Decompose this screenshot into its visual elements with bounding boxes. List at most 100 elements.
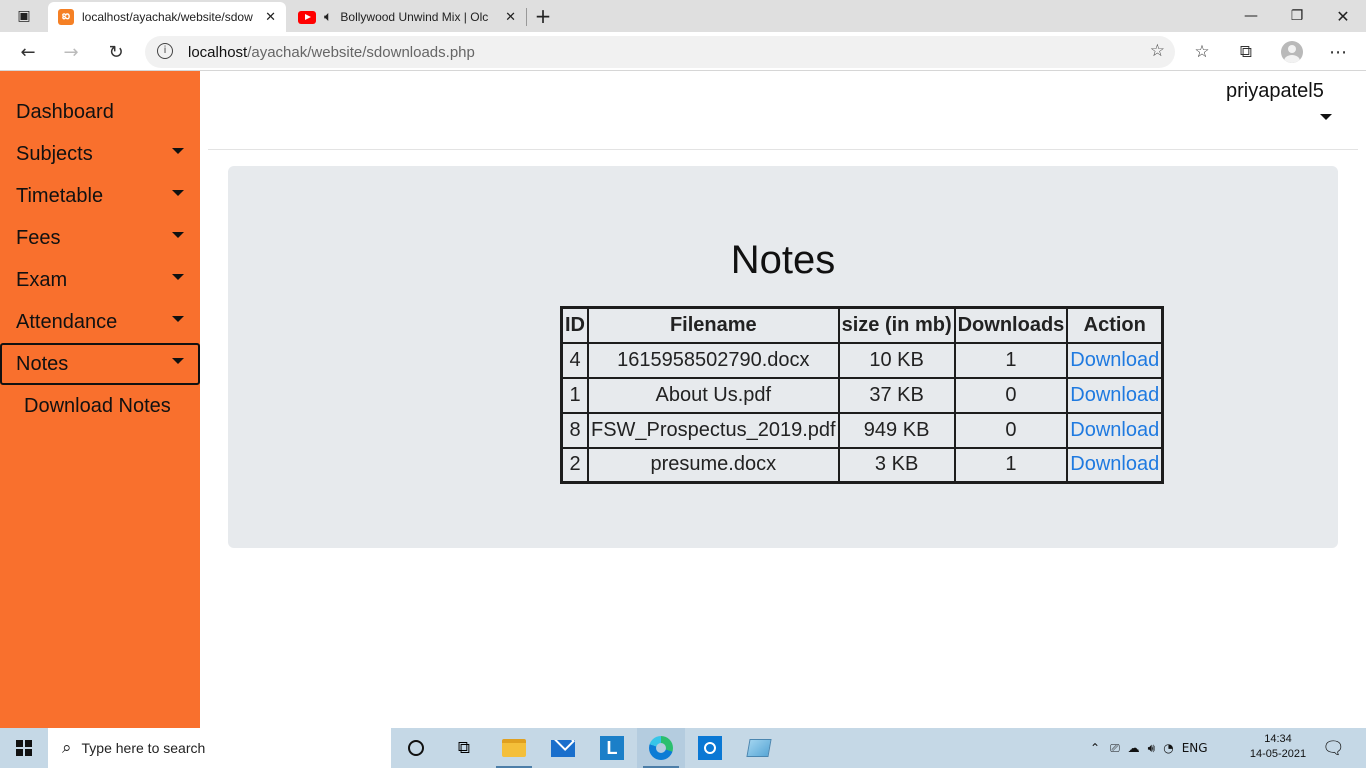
cell-size: 37 KB	[837, 376, 956, 414]
cell-downloads: 0	[953, 376, 1069, 414]
download-link[interactable]: Download	[1070, 384, 1159, 406]
tab-title: localhost/ayachak/website/sdow	[82, 10, 253, 24]
sidebar-item-label: Exam	[16, 268, 68, 291]
caret-down-icon	[172, 274, 184, 280]
table-row: 1 About Us.pdf 37 KB 0 Download	[560, 376, 1164, 414]
download-link[interactable]: Download	[1070, 349, 1159, 371]
app-l-icon[interactable]: L	[588, 728, 636, 768]
column-header-size: size (in mb)	[837, 306, 956, 344]
sidebar-item-label: Fees	[16, 226, 61, 249]
refresh-button[interactable]: ↻	[100, 36, 132, 68]
sidebar-item-label: Attendance	[16, 310, 118, 333]
cell-filename: About Us.pdf	[587, 376, 840, 414]
cell-size: 3 KB	[837, 446, 956, 484]
site-info-icon[interactable]: i	[157, 43, 173, 59]
sidebar-subitem-download-notes[interactable]: Download Notes	[0, 385, 200, 427]
table-row: 8 FSW_Prospectus_2019.pdf 949 KB 0 Downl…	[560, 411, 1164, 449]
more-options-icon[interactable]: ⋯	[1322, 36, 1354, 68]
url-text[interactable]: localhost/ayachak/website/sdownloads.php	[188, 44, 475, 61]
tab-actions-icon[interactable]: ▣	[0, 0, 48, 32]
cell-id: 8	[560, 411, 589, 449]
file-explorer-icon[interactable]	[490, 728, 538, 768]
sidebar-subitem-label: Download Notes	[24, 394, 171, 417]
search-icon: ⌕	[62, 738, 72, 758]
tab-localhost[interactable]: ఐ localhost/ayachak/website/sdow ✕	[48, 2, 286, 32]
xampp-icon: ఐ	[58, 9, 74, 25]
column-header-id: ID	[560, 306, 589, 344]
sidebar-item-fees[interactable]: Fees	[0, 217, 200, 259]
system-clock[interactable]: 14:34 14-05-2021	[1246, 732, 1310, 762]
cell-downloads: 0	[953, 411, 1069, 449]
clock-time: 14:34	[1264, 733, 1292, 745]
new-tab-button[interactable]: +	[520, 0, 566, 32]
show-hidden-icons-chevron-up-icon[interactable]: ⌃	[1090, 741, 1100, 755]
close-tab-icon[interactable]: ✕	[265, 10, 276, 25]
sidebar-item-label: Subjects	[16, 142, 93, 165]
caret-down-icon	[172, 148, 184, 154]
restore-button[interactable]: ❐	[1274, 0, 1320, 32]
cell-downloads: 1	[953, 446, 1069, 484]
cell-id: 2	[560, 446, 589, 484]
sidebar-item-timetable[interactable]: Timetable	[0, 175, 200, 217]
language-indicator[interactable]: ENG	[1182, 741, 1208, 755]
mail-icon[interactable]	[539, 728, 587, 768]
tab-title: Bollywood Unwind Mix | Olc	[340, 10, 489, 24]
sidebar-item-dashboard[interactable]: Dashboard	[0, 91, 200, 133]
cell-filename: FSW_Prospectus_2019.pdf	[587, 411, 840, 449]
cortana-app-icon[interactable]	[686, 728, 734, 768]
cortana-icon[interactable]	[392, 728, 440, 768]
sidebar-item-notes[interactable]: Notes	[0, 343, 200, 385]
speaker-icon[interactable]: 🔈︎	[324, 9, 332, 25]
username: priyapatel5	[1226, 80, 1324, 102]
address-bar[interactable]: i localhost/ayachak/website/sdownloads.p…	[145, 36, 1175, 68]
cell-size: 10 KB	[837, 341, 956, 379]
user-menu-caret-icon[interactable]	[1320, 114, 1332, 120]
back-button[interactable]: ←	[12, 36, 44, 68]
add-favorite-icon[interactable]: ☆	[1150, 41, 1165, 61]
onedrive-cloud-icon[interactable]: ☁	[1128, 741, 1140, 755]
tab-youtube[interactable]: 🔈︎ Bollywood Unwind Mix | Olc ✕	[288, 2, 526, 32]
column-header-filename: Filename	[587, 306, 840, 344]
sidebar-item-label: Dashboard	[16, 100, 114, 123]
table-row: 4 1615958502790.docx 10 KB 1 Download	[560, 341, 1164, 379]
download-link[interactable]: Download	[1070, 453, 1159, 475]
taskbar-search-box[interactable]: ⌕ Type here to search	[48, 728, 391, 768]
forward-button[interactable]: →	[55, 36, 87, 68]
table-row: 2 presume.docx 3 KB 1 Download	[560, 446, 1164, 484]
sidebar: Dashboard Subjects Timetable Fees Exam A…	[0, 71, 200, 728]
volume-icon[interactable]: 🔊︎	[1148, 741, 1156, 756]
taskbar: ⌕ Type here to search ⧉ L ⌃ ⎚ ☁ 🔊︎ ◔ ENG	[0, 728, 1366, 768]
table-header-row: ID Filename size (in mb) Downloads Actio…	[560, 306, 1164, 344]
cell-filename: 1615958502790.docx	[587, 341, 840, 379]
close-tab-icon[interactable]: ✕	[505, 10, 516, 25]
column-header-action: Action	[1066, 306, 1164, 344]
meet-now-icon[interactable]: ⎚	[1110, 741, 1120, 756]
windows-icon	[16, 740, 32, 756]
wifi-icon[interactable]: ◔	[1163, 741, 1173, 755]
caret-down-icon	[172, 316, 184, 322]
download-link[interactable]: Download	[1070, 419, 1159, 441]
sidebar-item-label: Timetable	[16, 184, 104, 207]
header-divider	[208, 149, 1358, 150]
profile-button[interactable]	[1276, 36, 1308, 68]
sidebar-item-exam[interactable]: Exam	[0, 259, 200, 301]
favorites-icon[interactable]: ☆	[1186, 36, 1218, 68]
start-button[interactable]	[0, 728, 48, 768]
edge-browser-icon[interactable]	[637, 728, 685, 768]
cell-size: 949 KB	[837, 411, 956, 449]
cell-action: Download	[1066, 446, 1164, 484]
sidebar-item-subjects[interactable]: Subjects	[0, 133, 200, 175]
user-menu[interactable]: priyapatel5	[1226, 80, 1324, 103]
cell-filename: presume.docx	[587, 446, 840, 484]
cell-action: Download	[1066, 376, 1164, 414]
minimize-button[interactable]: —	[1228, 0, 1274, 32]
notes-app-icon[interactable]	[735, 728, 783, 768]
close-window-button[interactable]: ✕	[1320, 0, 1366, 32]
task-view-icon[interactable]: ⧉	[440, 728, 488, 768]
cell-action: Download	[1066, 341, 1164, 379]
clock-date: 14-05-2021	[1249, 748, 1307, 760]
browser-tab-strip: ▣ ఐ localhost/ayachak/website/sdow ✕ 🔈︎ …	[0, 0, 1366, 32]
sidebar-item-attendance[interactable]: Attendance	[0, 301, 200, 343]
notifications-icon[interactable]: 🗨︎	[1322, 728, 1345, 768]
collections-icon[interactable]: ⧉	[1230, 36, 1262, 68]
